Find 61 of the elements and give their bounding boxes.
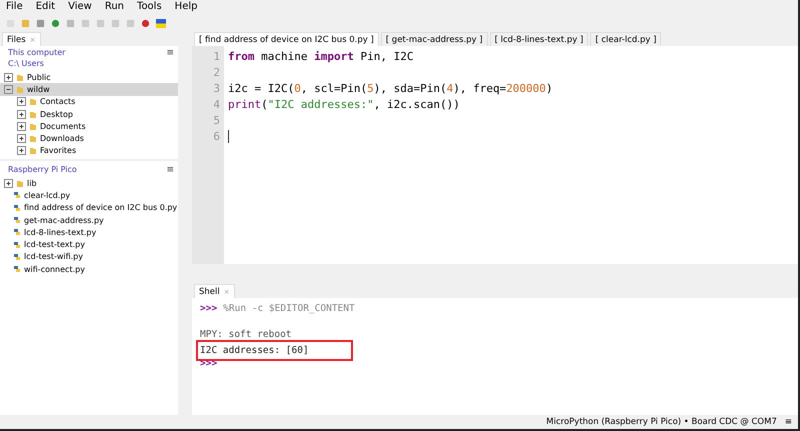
text-cursor bbox=[228, 130, 229, 144]
expand-icon[interactable] bbox=[17, 134, 26, 144]
expand-icon[interactable] bbox=[17, 110, 26, 119]
tree-item[interactable]: Desktop bbox=[0, 108, 178, 120]
path-label: C:\ Users bbox=[7, 58, 45, 70]
python-file-icon bbox=[13, 265, 21, 274]
python-script-entry[interactable]: lcd-test-text.py bbox=[0, 238, 178, 251]
line-number: 5 bbox=[212, 113, 220, 129]
python-script-entry[interactable]: find address of device on I2C bus 0.py bbox=[0, 202, 178, 214]
line-number: 6 bbox=[212, 129, 220, 145]
tree-item[interactable]: lib bbox=[0, 177, 178, 190]
code-editor[interactable]: 1 2 3 4 5 6 from machine import Pin, I2C i2c = I2C(0, scl=Pin(5), sda=Pin(4), freq=200000) print("I2C addresses:", i2c.scan()) bbox=[192, 46, 798, 264]
tree-item[interactable]: wildw bbox=[0, 83, 178, 96]
tree-item[interactable]: Public bbox=[0, 71, 178, 84]
tree-item[interactable]: Downloads bbox=[0, 132, 178, 145]
flag-icon[interactable] bbox=[156, 19, 166, 28]
panel-menu[interactable]: ≡ bbox=[166, 48, 174, 58]
code-line: i2c = I2C(0, scl=Pin(5), sda=Pin(4), freq=200000) bbox=[228, 82, 553, 95]
shell-prompt: >>> bbox=[200, 357, 218, 370]
collapse-icon[interactable] bbox=[4, 84, 13, 94]
status-menu[interactable]: ≡ bbox=[784, 417, 792, 427]
shell-prompt: >>> bbox=[200, 302, 218, 315]
line-number: 3 bbox=[212, 81, 220, 97]
python-script-entry[interactable]: wifi-connect.py bbox=[0, 263, 178, 276]
editor-tab[interactable]: [ lcd-8-lines-text.py ] bbox=[490, 32, 588, 46]
editor-tab[interactable]: [ find address of device on I2C bus 0.py ] bbox=[194, 32, 379, 46]
python-script-entry[interactable]: clear-lcd.py bbox=[0, 189, 178, 202]
expand-icon[interactable] bbox=[4, 178, 13, 188]
tree-item[interactable]: Documents bbox=[0, 120, 178, 132]
menu-item[interactable]: Help bbox=[174, 1, 198, 14]
python-script-entry[interactable]: lcd-8-lines-text.py bbox=[0, 226, 178, 238]
shell-output: MPY: soft reboot bbox=[200, 328, 292, 341]
expand-icon[interactable] bbox=[17, 122, 26, 131]
menu-item[interactable]: Tools bbox=[137, 1, 162, 14]
tree-item[interactable]: Contacts bbox=[0, 96, 178, 108]
line-number: 2 bbox=[212, 65, 220, 81]
line-number: 1 bbox=[212, 49, 220, 65]
panel-menu[interactable]: ≡ bbox=[166, 165, 174, 175]
tree-item[interactable]: Favorites bbox=[0, 144, 178, 158]
line-number: 4 bbox=[212, 97, 220, 113]
menu-item[interactable]: Edit bbox=[36, 1, 56, 14]
python-file-icon bbox=[13, 252, 21, 261]
menu-item[interactable]: View bbox=[68, 1, 92, 14]
python-script-entry[interactable]: get-mac-address.py bbox=[0, 214, 178, 226]
shell-panel[interactable]: >>> %Run -c $EDITOR_CONTENT MPY: soft reboot I2C addresses: [60] >>> bbox=[192, 298, 798, 415]
status-text: MicroPython (Raspberry Pi Pico) • Board CDC @ COM7 bbox=[546, 417, 777, 427]
menu-item[interactable]: Run bbox=[104, 1, 124, 14]
shell-command: %Run -c $EDITOR_CONTENT bbox=[223, 302, 355, 315]
python-script-entry[interactable]: lcd-test-wifi.py bbox=[0, 250, 178, 264]
editor-tab[interactable]: [ get-mac-address.py ] bbox=[380, 32, 488, 46]
panel-title: This computer bbox=[7, 47, 66, 57]
panel-title: Raspberry Pi Pico bbox=[7, 164, 78, 176]
expand-icon[interactable] bbox=[17, 97, 26, 106]
expand-icon[interactable] bbox=[17, 146, 26, 156]
stop-icon[interactable] bbox=[141, 19, 150, 28]
expand-icon[interactable] bbox=[4, 72, 13, 82]
menu-item[interactable]: File bbox=[6, 1, 23, 14]
code-line: print("I2C addresses:", i2c.scan()) bbox=[228, 98, 460, 111]
editor-tab[interactable]: [ clear-lcd.py ] bbox=[590, 32, 662, 46]
run-icon[interactable] bbox=[51, 19, 60, 28]
code-line: from machine import Pin, I2C bbox=[228, 50, 414, 63]
